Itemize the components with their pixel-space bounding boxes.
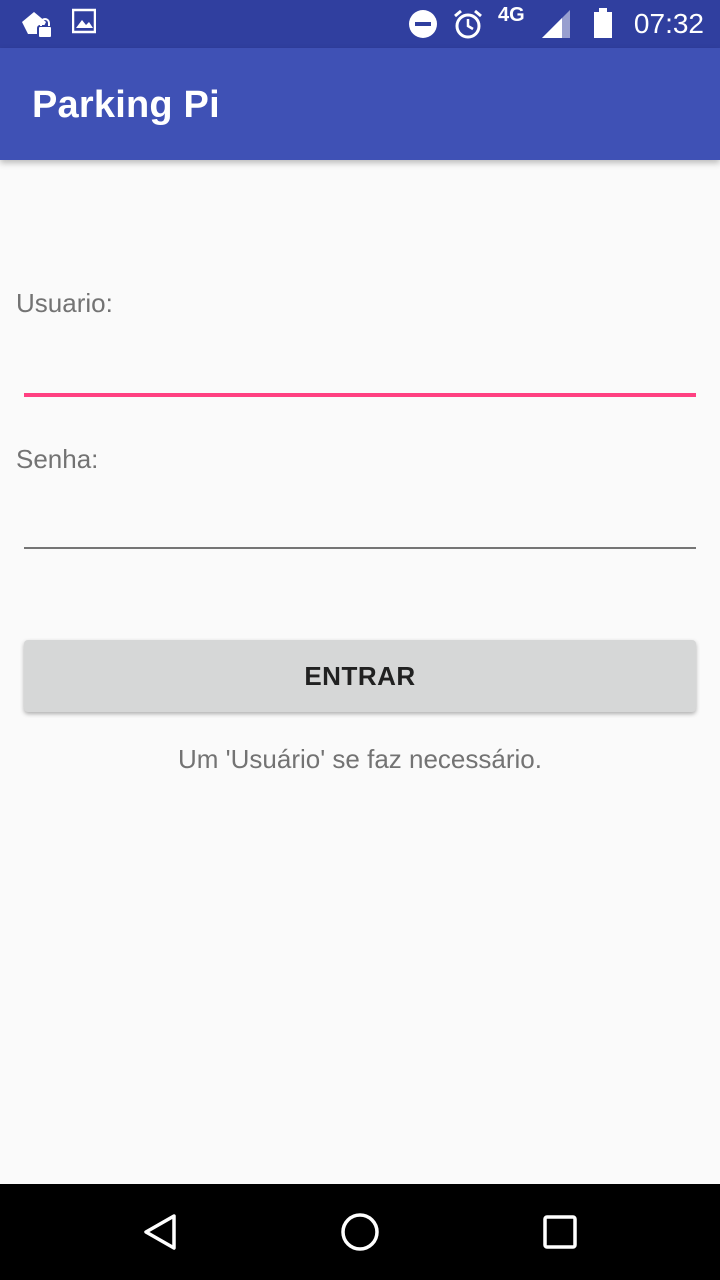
battery-icon — [592, 8, 614, 45]
navigation-bar — [0, 1184, 720, 1280]
username-underline — [24, 393, 696, 397]
password-input[interactable] — [24, 502, 696, 542]
login-button[interactable]: ENTRAR — [24, 640, 696, 712]
password-label: Senha: — [16, 444, 99, 474]
network-type-label: 4G — [498, 4, 525, 26]
home-icon[interactable] — [338, 1208, 382, 1261]
app-bar: Parking Pi — [0, 48, 720, 160]
password-underline — [24, 547, 696, 549]
notification-lock-icon — [18, 8, 54, 45]
username-label: Usuario: — [16, 288, 113, 318]
username-input[interactable] — [24, 346, 696, 386]
do-not-disturb-icon — [408, 8, 438, 43]
back-icon[interactable] — [140, 1208, 180, 1261]
validation-message: Um 'Usuário' se faz necessário. — [178, 744, 542, 774]
alarm-icon — [452, 8, 484, 45]
status-time: 07:32 — [633, 8, 704, 39]
recents-icon[interactable] — [542, 1208, 578, 1261]
app-title: Parking Pi — [32, 84, 220, 126]
image-icon — [71, 8, 97, 39]
signal-icon — [540, 8, 572, 45]
status-bar: 4G 07:32 — [0, 0, 720, 48]
